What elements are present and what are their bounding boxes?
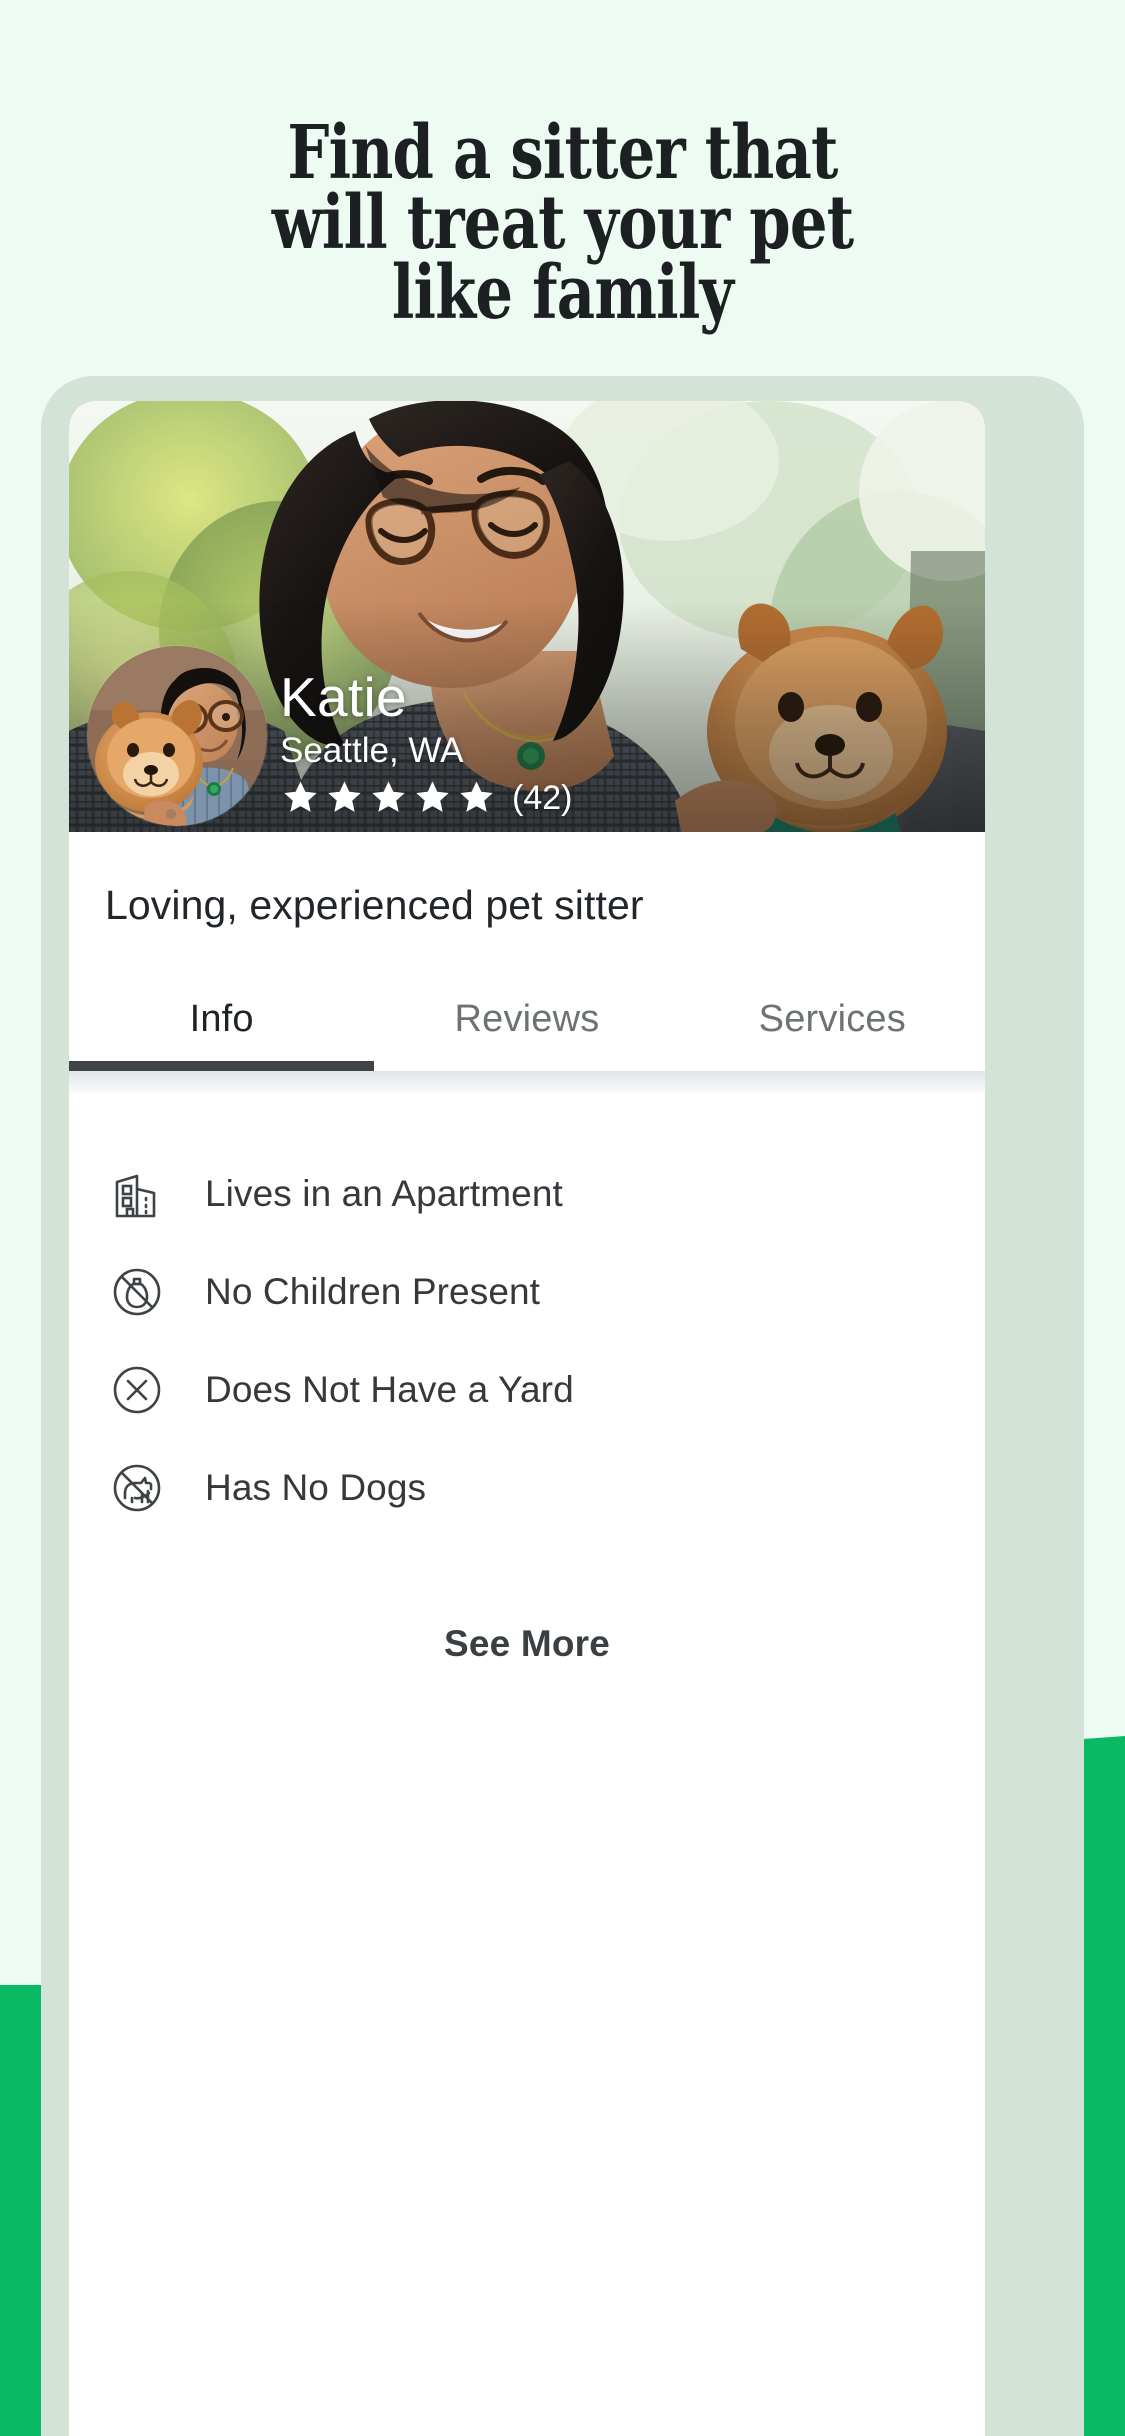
sitter-tagline: Loving, experienced pet sitter <box>105 882 644 928</box>
see-more-container: See More <box>69 1623 985 1665</box>
list-item: Does Not Have a Yard <box>69 1341 985 1439</box>
star-icon <box>284 781 317 812</box>
see-more-button[interactable]: See More <box>444 1623 610 1665</box>
star-icon <box>328 781 361 812</box>
star-icon <box>416 781 449 812</box>
no-yard-icon <box>105 1358 169 1422</box>
tab-services[interactable]: Services <box>680 998 985 1071</box>
rating-row: (42) <box>280 778 572 818</box>
headline-line-1: Find a sitter that <box>287 110 838 196</box>
star-icon <box>460 781 493 812</box>
sitter-location: Seattle, WA <box>280 731 464 770</box>
no-children-icon <box>105 1260 169 1324</box>
tab-reviews[interactable]: Reviews <box>374 998 679 1071</box>
sitter-hero-photo: Katie Seattle, WA (42) <box>69 401 985 832</box>
headline-line-3: like family <box>391 250 734 336</box>
phone-screen: Katie Seattle, WA (42) Loving, experienc… <box>69 401 985 2436</box>
tab-divider <box>69 1071 985 1093</box>
list-item: Lives in an Apartment <box>69 1145 985 1243</box>
list-item-label: Does Not Have a Yard <box>205 1369 574 1410</box>
apartment-building-icon <box>105 1162 169 1226</box>
list-item-label: No Children Present <box>205 1271 541 1312</box>
avatar[interactable] <box>87 646 267 826</box>
headline-line-2: will treat your pet <box>271 180 854 266</box>
profile-tabs: Info Reviews Services <box>69 998 985 1071</box>
sitter-name: Katie <box>280 666 407 728</box>
star-icon <box>372 781 405 812</box>
sitter-summary: Katie Seattle, WA (42) <box>280 667 572 818</box>
list-item-label: Lives in an Apartment <box>205 1173 563 1214</box>
list-item: Has No Dogs <box>69 1439 985 1537</box>
phone-frame: Katie Seattle, WA (42) Loving, experienc… <box>41 376 1084 2436</box>
list-item-label: Has No Dogs <box>205 1467 427 1508</box>
page-headline: Find a sitter that will treat your pet l… <box>113 110 1013 336</box>
avatar-photo <box>87 646 267 826</box>
review-count: (42) <box>512 779 573 817</box>
list-item: No Children Present <box>69 1243 985 1341</box>
info-list: Lives in an Apartment No Children Presen… <box>69 1093 985 1537</box>
no-dogs-icon <box>105 1456 169 1520</box>
active-tab-indicator <box>69 1061 375 1071</box>
